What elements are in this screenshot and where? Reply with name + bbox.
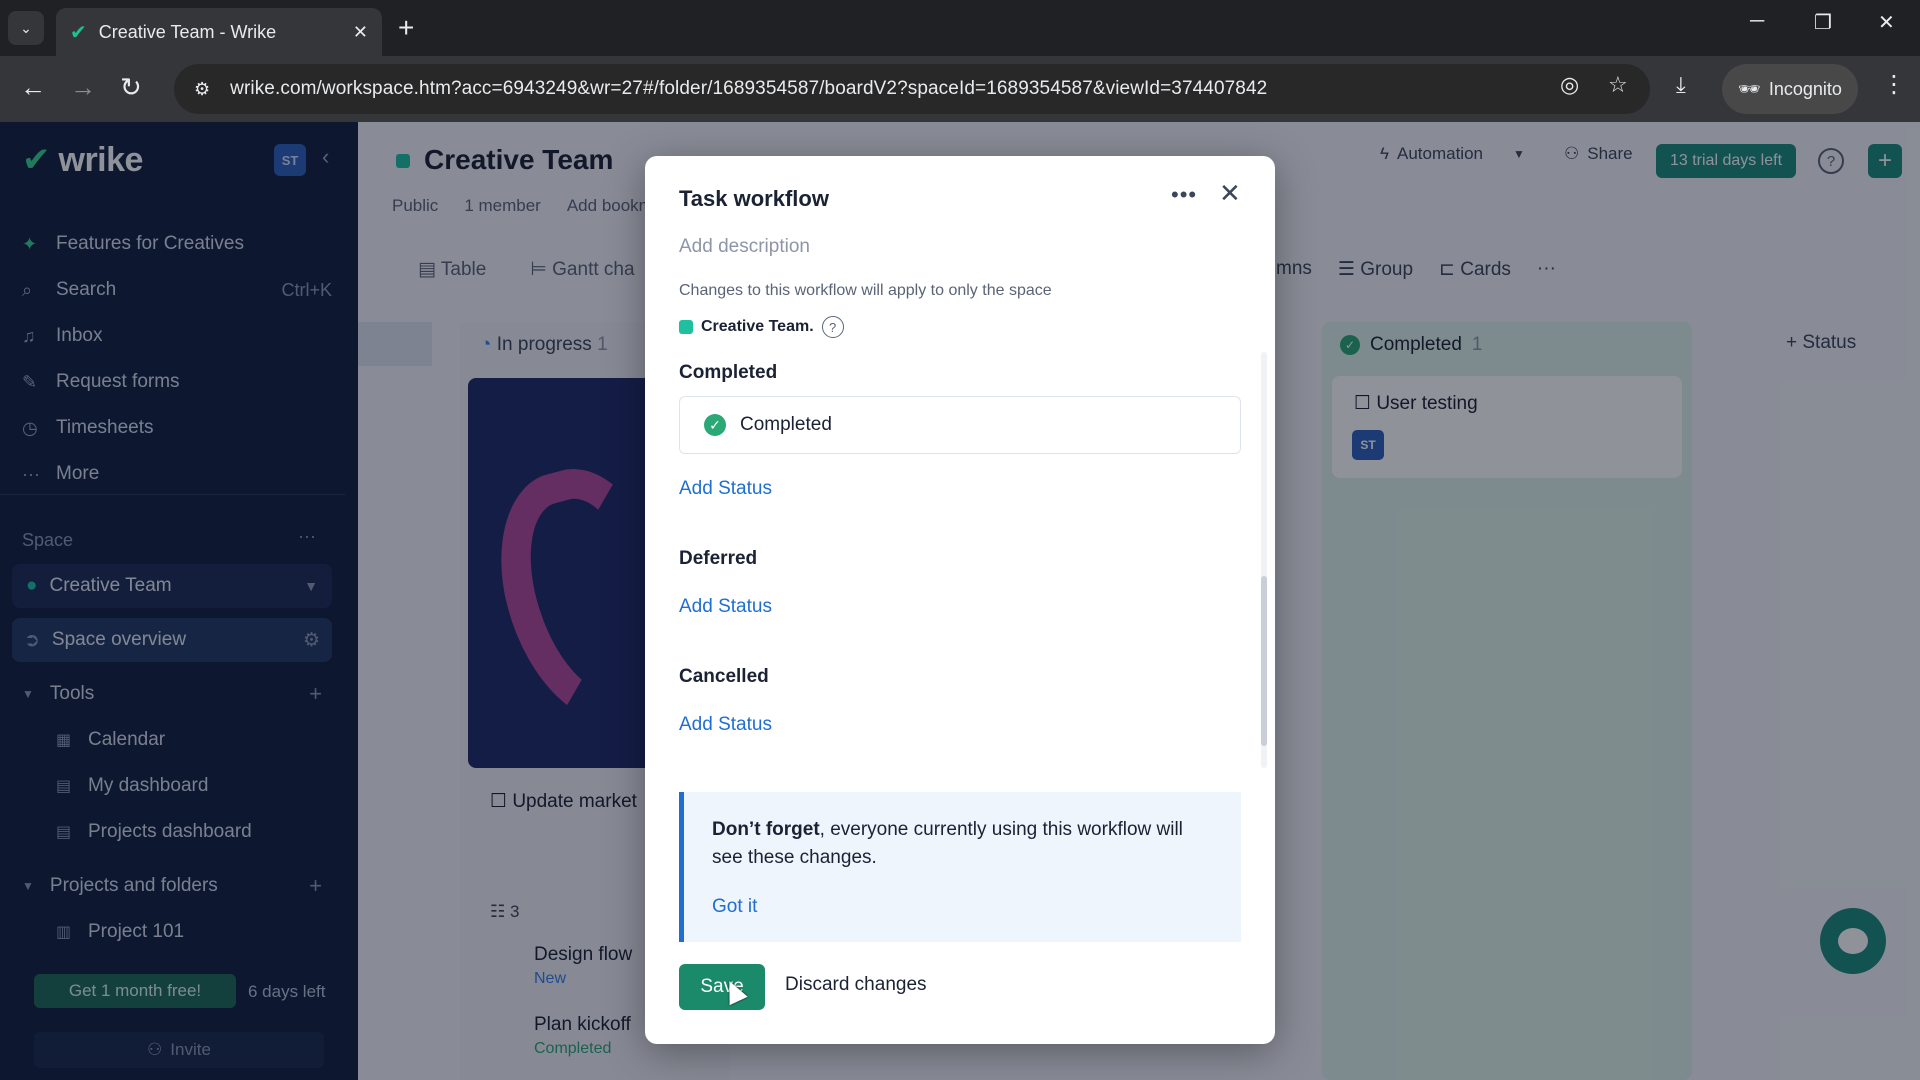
scrollbar-thumb[interactable]	[1261, 576, 1267, 746]
description-input[interactable]: Add description	[679, 236, 810, 258]
workflow-scope-note: Changes to this workflow will apply to o…	[679, 282, 1052, 299]
browser-toolbar: ← → ↻ ⚙ wrike.com/workspace.htm?acc=6943…	[0, 56, 1920, 122]
new-tab-button[interactable]: +	[398, 12, 414, 44]
restore-icon[interactable]: ❐	[1814, 10, 1832, 35]
wrike-favicon-icon: ✔	[70, 21, 87, 44]
tab-search-button[interactable]: ⌄	[8, 11, 44, 45]
incognito-indicator[interactable]: 🕶 Incognito	[1722, 64, 1858, 114]
workflow-space-name[interactable]: Creative Team.	[701, 318, 814, 336]
warning-callout: Don’t forget, everyone currently using t…	[679, 792, 1241, 942]
dialog-title: Task workflow	[679, 186, 829, 211]
address-bar[interactable]: ⚙ wrike.com/workspace.htm?acc=6943249&wr…	[174, 64, 1650, 114]
close-window-icon[interactable]: ✕	[1878, 10, 1895, 35]
incognito-label: Incognito	[1768, 78, 1842, 99]
add-status-link[interactable]: Add Status	[679, 478, 772, 500]
add-status-link[interactable]: Add Status	[679, 714, 772, 736]
browser-tab-bar: ⌄ ✔ Creative Team - Wrike ✕ + ─ ❐ ✕	[0, 0, 1920, 56]
browser-menu-icon[interactable]: ⋮	[1882, 70, 1906, 99]
browser-tab[interactable]: ✔ Creative Team - Wrike ✕	[56, 8, 382, 56]
help-icon[interactable]: ?	[821, 316, 844, 338]
status-group-heading: Completed	[679, 362, 778, 383]
add-status-link[interactable]: Add Status	[679, 596, 772, 618]
incognito-icon: 🕶	[1738, 78, 1761, 99]
space-icon	[679, 320, 693, 334]
eye-off-icon[interactable]: ◎	[1560, 72, 1579, 98]
completed-check-icon: ✓	[704, 414, 726, 436]
tab-title: Creative Team - Wrike	[98, 21, 277, 42]
dialog-scrollbar[interactable]	[1261, 352, 1267, 768]
back-icon[interactable]: ←	[20, 72, 46, 102]
more-options-icon[interactable]: •••	[1171, 182, 1197, 208]
status-group-heading: Cancelled	[679, 666, 769, 687]
close-icon[interactable]: ✕	[1219, 180, 1241, 206]
download-icon[interactable]: ⤓	[1676, 72, 1686, 98]
minimize-icon[interactable]: ─	[1750, 10, 1764, 33]
status-item[interactable]: ✓ Completed	[679, 396, 1241, 454]
workflow-space: Creative Team. ?	[679, 316, 844, 338]
task-workflow-dialog: Task workflow ••• ✕ Add description Chan…	[645, 156, 1275, 1044]
reload-icon[interactable]: ↻	[120, 72, 142, 102]
url-text: wrike.com/workspace.htm?acc=6943249&wr=2…	[230, 78, 1268, 99]
status-group-heading: Deferred	[679, 548, 758, 569]
callout-message: Don’t forget, everyone currently using t…	[712, 816, 1212, 872]
bookmark-star-icon[interactable]: ☆	[1608, 72, 1628, 98]
close-tab-icon[interactable]: ✕	[353, 22, 368, 43]
status-item-label: Completed	[740, 414, 832, 435]
site-settings-icon[interactable]: ⚙	[194, 79, 210, 100]
discard-changes-button[interactable]: Discard changes	[785, 974, 927, 996]
forward-icon[interactable]: →	[70, 72, 96, 102]
callout-bold: Don’t forget	[712, 819, 820, 840]
got-it-link[interactable]: Got it	[712, 896, 757, 918]
